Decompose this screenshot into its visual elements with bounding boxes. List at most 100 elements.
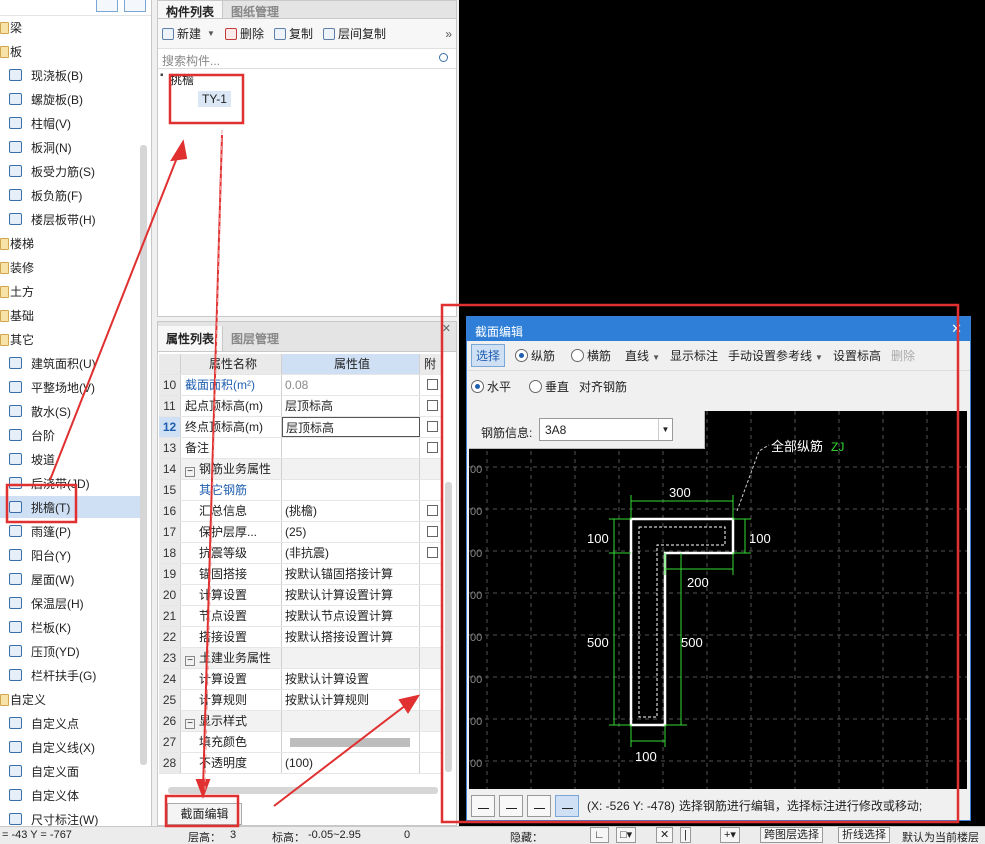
- cross-icon[interactable]: ✕: [656, 827, 674, 843]
- horizontal-radio[interactable]: 水平: [471, 378, 511, 395]
- attach-checkbox[interactable]: [427, 400, 438, 411]
- attach-checkbox[interactable]: [427, 442, 438, 453]
- property-value[interactable]: [282, 648, 420, 668]
- property-row[interactable]: 19 锚固搭接 按默认锚固搭接计算: [159, 564, 442, 585]
- property-row[interactable]: 10 截面面积(m²) 0.08: [159, 375, 442, 396]
- tab-layer-management[interactable]: 图层管理: [223, 326, 287, 351]
- tab-property-list[interactable]: 属性列表: [158, 326, 224, 351]
- tree-scrollbar[interactable]: [140, 145, 147, 765]
- property-row[interactable]: 11 起点顶标高(m) 层顶标高: [159, 396, 442, 417]
- property-value[interactable]: 层顶标高: [282, 396, 420, 416]
- tree-item[interactable]: 螺旋板(B): [0, 88, 140, 110]
- search-input[interactable]: 搜索构件...: [162, 54, 220, 68]
- property-value[interactable]: (非抗震): [282, 543, 420, 563]
- tree-category[interactable]: 装修: [0, 256, 140, 278]
- cross-floor-select-button[interactable]: 跨图层选择: [760, 827, 823, 843]
- new-button[interactable]: 新建 ▼: [162, 25, 215, 42]
- property-value[interactable]: (100): [282, 753, 420, 773]
- property-value[interactable]: 按默认节点设置计算: [282, 606, 420, 626]
- property-hscrollbar[interactable]: [168, 787, 438, 794]
- property-row[interactable]: 25 计算规则 按默认计算规则: [159, 690, 442, 711]
- property-vscrollbar[interactable]: [445, 482, 452, 772]
- tree-category[interactable]: 自定义: [0, 688, 140, 710]
- ortho-snap-icon[interactable]: [471, 794, 495, 817]
- collapse-icon[interactable]: −: [185, 656, 195, 666]
- property-value[interactable]: (25): [282, 522, 420, 542]
- tree-item[interactable]: 平整场地(V): [0, 376, 140, 398]
- property-value[interactable]: 层顶标高: [282, 417, 420, 437]
- property-row[interactable]: 12 终点顶标高(m) 层顶标高: [159, 417, 442, 438]
- property-row[interactable]: 24 计算设置 按默认计算设置: [159, 669, 442, 690]
- tree-item[interactable]: 屋面(W): [0, 568, 140, 590]
- tree-item[interactable]: 压顶(YD): [0, 640, 140, 662]
- delete-rebar-button[interactable]: 删除: [891, 347, 915, 364]
- rebar-info-select[interactable]: 3A8 ▼: [539, 418, 673, 441]
- property-value[interactable]: 按默认计算设置计算: [282, 585, 420, 605]
- property-value[interactable]: 0.08: [282, 375, 420, 395]
- tree-item[interactable]: 后浇带(JD): [0, 472, 140, 494]
- edge-icon[interactable]: |: [680, 827, 691, 843]
- perpendicular-snap-icon[interactable]: [527, 794, 551, 817]
- add-snap-icon[interactable]: [555, 794, 579, 817]
- property-value[interactable]: 按默认锚固搭接计算: [282, 564, 420, 584]
- chevron-down-icon[interactable]: ▼: [658, 419, 672, 440]
- show-dimension-button[interactable]: 显示标注: [670, 347, 718, 364]
- search-icon[interactable]: [439, 53, 448, 62]
- select-button[interactable]: 选择: [471, 344, 506, 367]
- tree-item[interactable]: 板受力筋(S): [0, 160, 140, 182]
- tree-item[interactable]: 挑檐(T): [0, 496, 140, 518]
- property-row[interactable]: 20 计算设置 按默认计算设置计算: [159, 585, 442, 606]
- property-group-row[interactable]: 26− 显示样式: [159, 711, 442, 732]
- property-value[interactable]: [282, 438, 420, 458]
- tree-item[interactable]: 板负筋(F): [0, 184, 140, 206]
- ortho-icon[interactable]: ∟: [590, 827, 609, 843]
- tree-category[interactable]: 板: [0, 40, 140, 62]
- tab-drawing-management[interactable]: 图纸管理: [223, 1, 287, 19]
- delete-button[interactable]: 删除: [224, 25, 264, 42]
- property-row[interactable]: 21 节点设置 按默认节点设置计算: [159, 606, 442, 627]
- vertical-radio[interactable]: 垂直: [529, 378, 569, 395]
- align-rebar-button[interactable]: 对齐钢筋: [579, 378, 627, 395]
- tree-item[interactable]: 楼层板带(H): [0, 208, 140, 230]
- property-value[interactable]: [282, 480, 420, 500]
- tree-item[interactable]: 自定义点: [0, 712, 140, 734]
- rect-select-icon[interactable]: □▾: [616, 827, 637, 843]
- tree-item[interactable]: 尺寸标注(W): [0, 808, 140, 826]
- tree-item[interactable]: 栏板(K): [0, 616, 140, 638]
- property-value[interactable]: (挑檐): [282, 501, 420, 521]
- property-row[interactable]: 18 抗震等级 (非抗震): [159, 543, 442, 564]
- attach-checkbox[interactable]: [427, 379, 438, 390]
- dialog-close-icon[interactable]: ✕: [951, 321, 962, 337]
- transverse-radio[interactable]: 横筋: [571, 347, 611, 364]
- tree-item[interactable]: 自定义面: [0, 760, 140, 782]
- section-edit-button[interactable]: 截面编辑: [167, 803, 242, 825]
- tree-item[interactable]: 栏杆扶手(G): [0, 664, 140, 686]
- property-row[interactable]: 13 备注: [159, 438, 442, 459]
- tree-item[interactable]: 自定义体: [0, 784, 140, 806]
- tree-category[interactable]: 土方: [0, 280, 140, 302]
- tree-item[interactable]: 板洞(N): [0, 136, 140, 158]
- tree-category[interactable]: 其它: [0, 328, 140, 350]
- collapse-icon[interactable]: −: [185, 719, 195, 729]
- property-row[interactable]: 28 不透明度 (100): [159, 753, 442, 774]
- component-item-ty1[interactable]: TY-1: [198, 91, 231, 107]
- component-group-tiaoyan[interactable]: 挑檐: [160, 70, 194, 88]
- property-group-row[interactable]: 14− 钢筋业务属性: [159, 459, 442, 480]
- close-icon[interactable]: ✕: [442, 322, 451, 335]
- plus-icon[interactable]: +▾: [720, 827, 740, 843]
- more-icon[interactable]: »: [445, 27, 452, 41]
- property-value[interactable]: 按默认计算设置: [282, 669, 420, 689]
- collapse-icon[interactable]: −: [185, 467, 195, 477]
- property-value[interactable]: [282, 732, 420, 752]
- section-drawing[interactable]: 全部纵筋 ZJ 300 100 100 200 500 500 100 00 00…: [469, 411, 967, 789]
- property-value[interactable]: [282, 459, 420, 479]
- diagonal-snap-icon[interactable]: [499, 794, 523, 817]
- copy-button[interactable]: 复制: [273, 25, 313, 42]
- attach-checkbox[interactable]: [427, 547, 438, 558]
- property-row[interactable]: 15 其它钢筋: [159, 480, 442, 501]
- tree-item[interactable]: 散水(S): [0, 400, 140, 422]
- property-row[interactable]: 27 填充颜色: [159, 732, 442, 753]
- tree-item[interactable]: 雨篷(P): [0, 520, 140, 542]
- tree-item[interactable]: 坡道: [0, 448, 140, 470]
- property-value[interactable]: [282, 711, 420, 731]
